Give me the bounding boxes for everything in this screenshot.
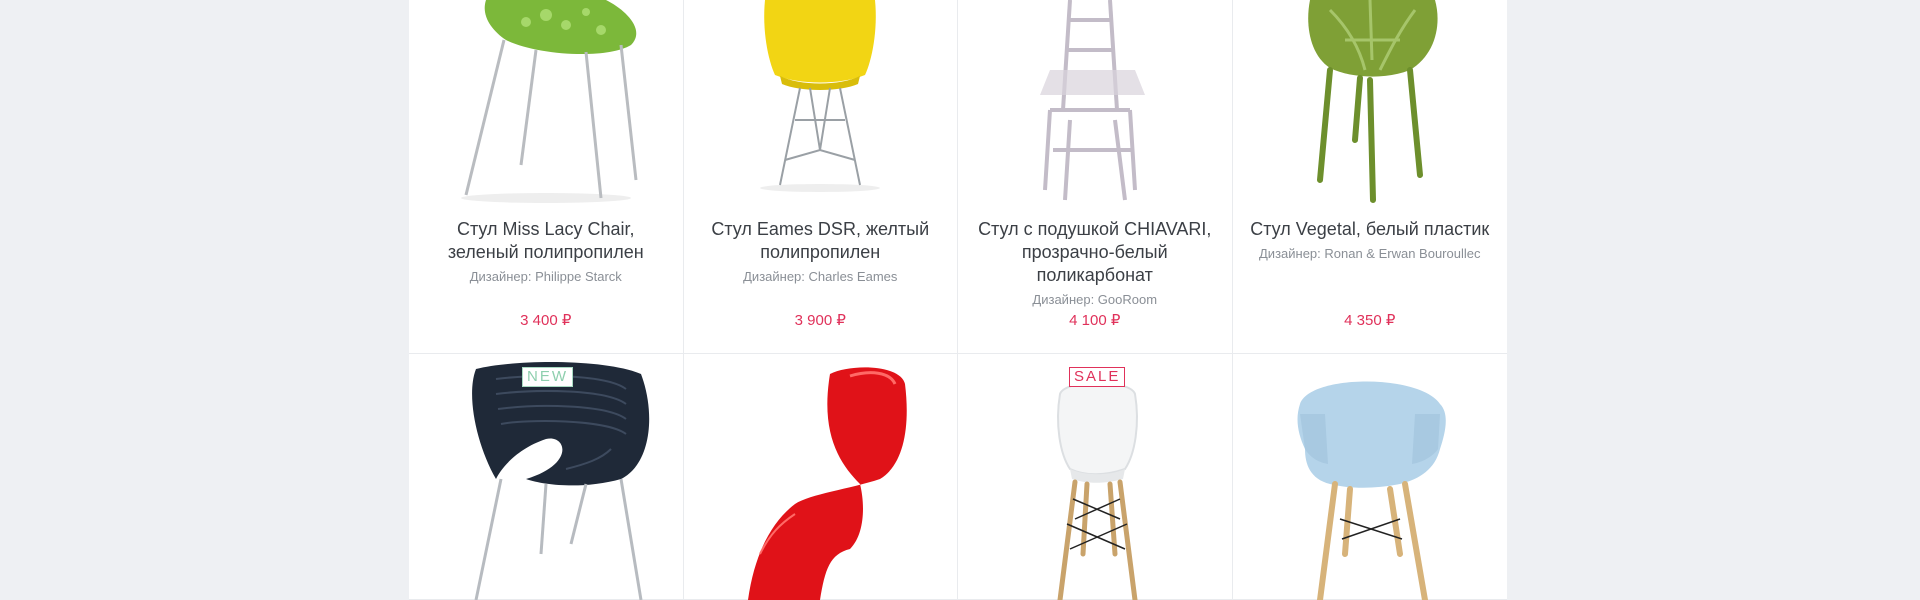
chiavari-chair-image[interactable] <box>958 0 1232 210</box>
product-card[interactable]: Стул с подушкой CHIAVARI, прозрачно-белы… <box>958 0 1233 354</box>
product-designer: Дизайнер: Philippe Starck <box>469 269 622 284</box>
product-price: 3 400 ₽ <box>520 312 572 329</box>
vegetal-chair-image[interactable] <box>1233 0 1508 210</box>
product-designer: Дизайнер: Charles Eames <box>743 269 898 284</box>
white-eiffel-chair-image[interactable] <box>958 354 1232 600</box>
green-lace-chair-image[interactable] <box>409 0 683 210</box>
product-card[interactable]: Стул Miss Lacy Chair, зеленый полипропил… <box>409 0 684 354</box>
yellow-eames-chair-image[interactable] <box>684 0 958 210</box>
product-card[interactable] <box>683 354 958 600</box>
product-designer: Дизайнер: GooRoom <box>1032 292 1158 307</box>
new-badge: NEW <box>522 367 573 387</box>
product-price: 3 900 ₽ <box>794 312 846 329</box>
product-title[interactable]: Стул Eames DSR, желтый полипропилен <box>698 218 944 264</box>
product-grid: Стул Miss Lacy Chair, зеленый полипропил… <box>409 0 1507 600</box>
product-card[interactable]: Стул Vegetal, белый пластик Дизайнер: Ro… <box>1232 0 1508 354</box>
sale-badge: SALE <box>1069 367 1126 387</box>
product-designer: Дизайнер: Ronan & Erwan Bouroullec <box>1259 246 1481 261</box>
blue-armchair-image[interactable] <box>1233 354 1508 600</box>
product-card[interactable] <box>409 354 684 600</box>
product-price: 4 100 ₽ <box>1069 312 1121 329</box>
product-title[interactable]: Стул Vegetal, белый пластик <box>1247 218 1494 241</box>
product-card[interactable]: Стул Eames DSR, желтый полипропилен Диза… <box>683 0 958 354</box>
black-ribbed-chair-image[interactable] <box>409 354 683 600</box>
product-title[interactable]: Стул с подушкой CHIAVARI, прозрачно-белы… <box>972 218 1218 287</box>
product-card[interactable] <box>958 354 1233 600</box>
red-panton-chair-image[interactable] <box>684 354 958 600</box>
product-card[interactable] <box>1232 354 1508 600</box>
product-price: 4 350 ₽ <box>1344 312 1396 329</box>
product-title[interactable]: Стул Miss Lacy Chair, зеленый полипропил… <box>423 218 669 264</box>
